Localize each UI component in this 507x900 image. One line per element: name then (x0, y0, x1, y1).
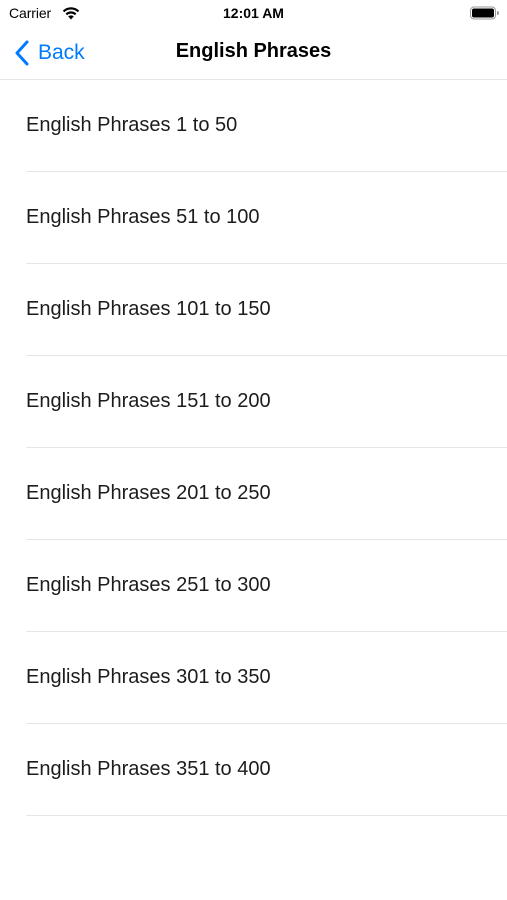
list-item[interactable]: English Phrases 301 to 350 (26, 632, 507, 724)
list-item[interactable]: English Phrases 351 to 400 (26, 724, 507, 816)
list-item-label: English Phrases 51 to 100 (26, 206, 260, 228)
list-item[interactable]: English Phrases 151 to 200 (26, 356, 507, 448)
navigation-bar: Back English Phrases (0, 28, 507, 80)
list-item[interactable]: English Phrases 201 to 250 (26, 448, 507, 540)
list-item-label: English Phrases 251 to 300 (26, 574, 271, 596)
list-item-label: English Phrases 151 to 200 (26, 390, 271, 412)
battery-icon (470, 6, 499, 20)
list-item[interactable]: English Phrases 101 to 150 (26, 264, 507, 356)
list-item-label: English Phrases 201 to 250 (26, 482, 271, 504)
page-title: English Phrases (175, 40, 332, 62)
list-item-label: English Phrases 351 to 400 (26, 758, 271, 780)
list-item-label: English Phrases 101 to 150 (26, 298, 271, 320)
list-item[interactable]: English Phrases 251 to 300 (26, 540, 507, 632)
list-item[interactable]: English Phrases 51 to 100 (26, 172, 507, 264)
phrases-list: English Phrases 1 to 50 English Phrases … (0, 79, 507, 816)
status-bar: Carrier 12:01 AM (0, 0, 507, 28)
list-item[interactable]: English Phrases 1 to 50 (26, 80, 507, 172)
list-item-label: English Phrases 1 to 50 (26, 114, 238, 136)
status-time: 12:01 AM (223, 5, 284, 21)
list-item-label: English Phrases 301 to 350 (26, 666, 271, 688)
